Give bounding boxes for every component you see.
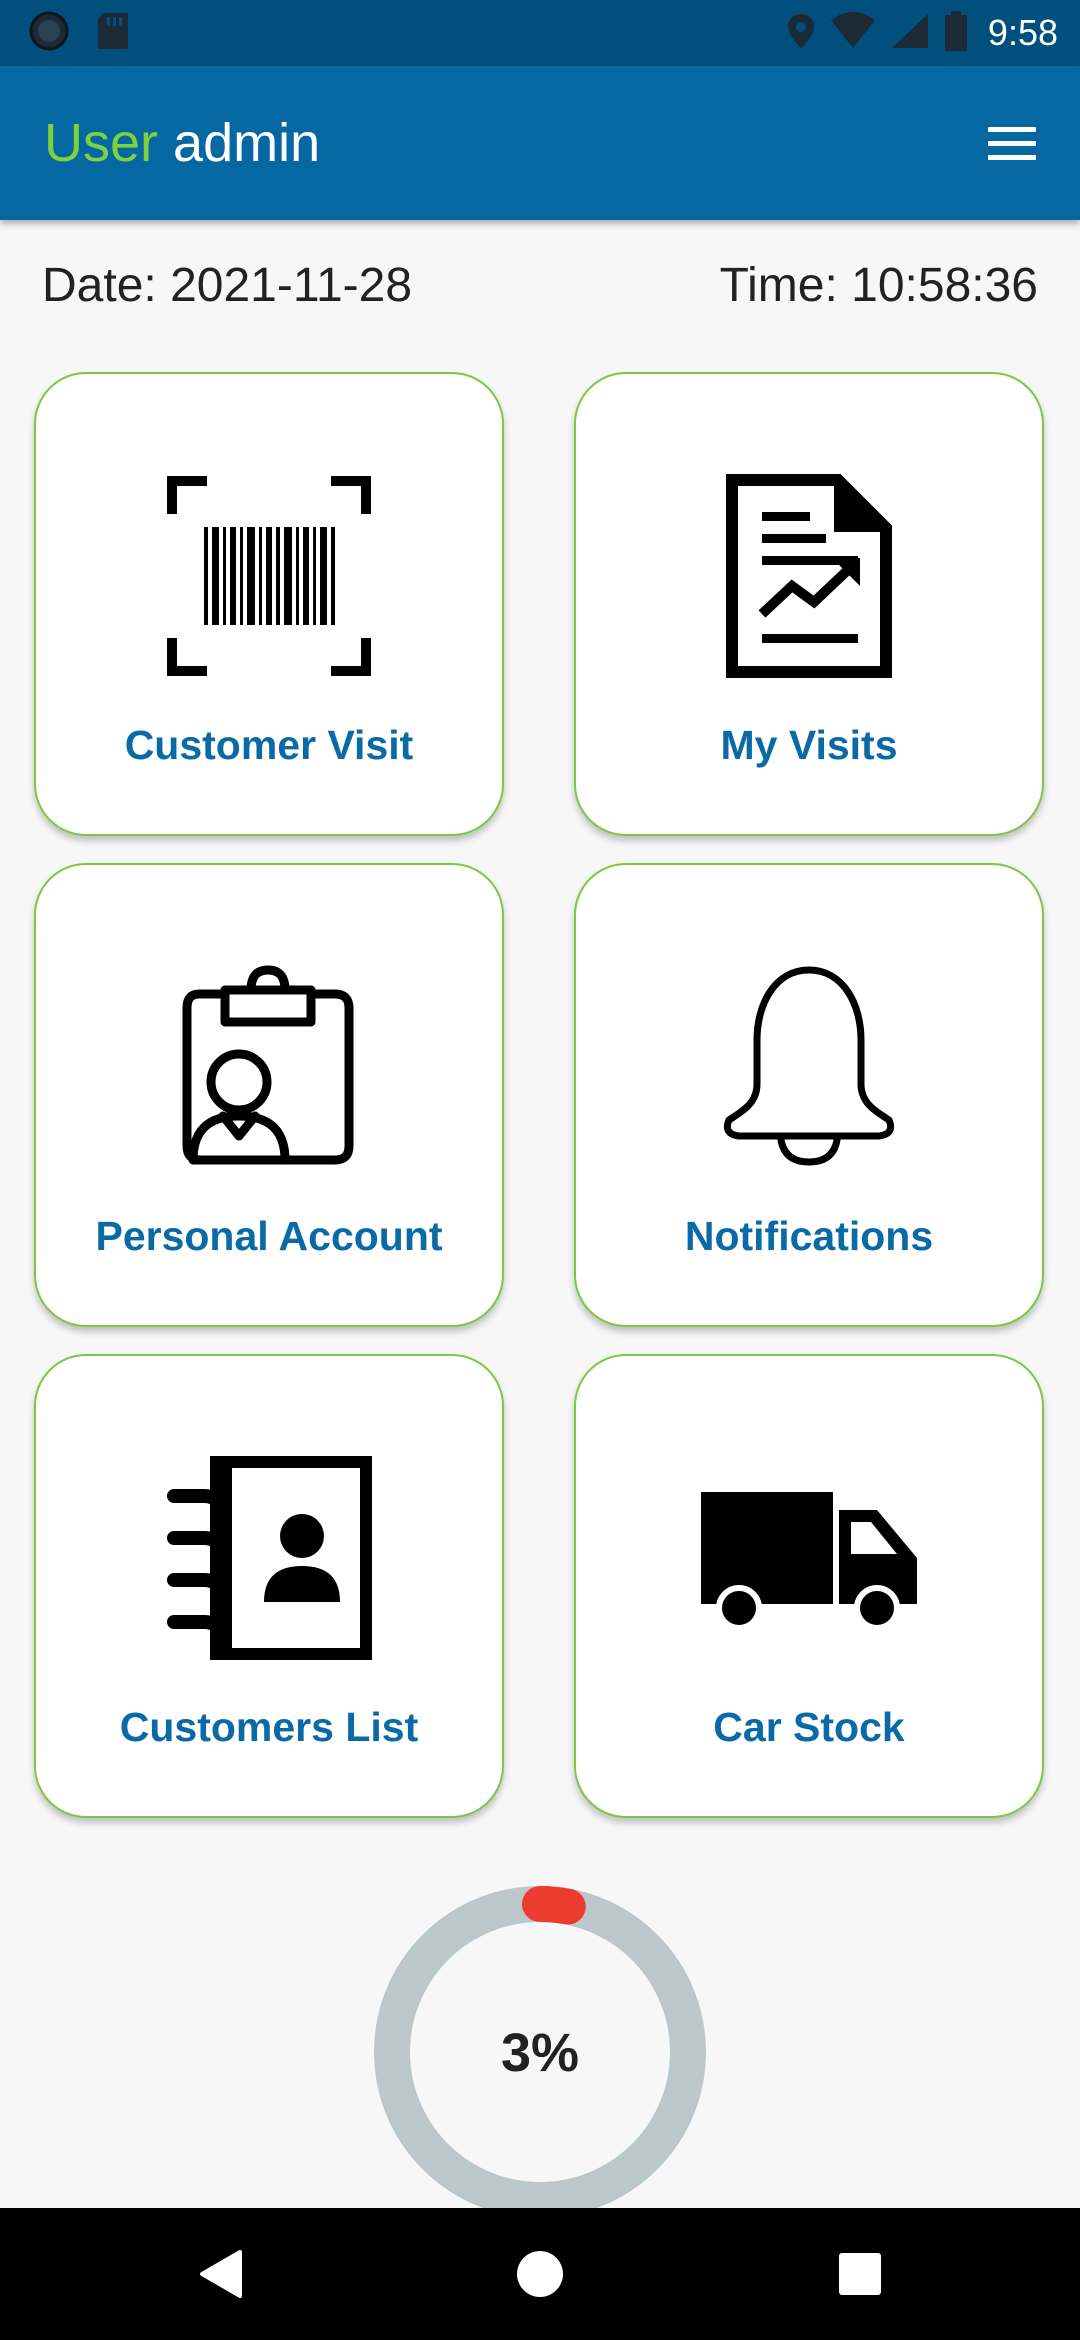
signal-icon — [890, 12, 930, 55]
app-bar: User admin — [0, 66, 1080, 220]
title-username: admin — [173, 113, 321, 173]
recents-button[interactable] — [830, 2244, 890, 2304]
app-title: User admin — [44, 110, 320, 176]
home-icon — [517, 2251, 563, 2297]
tile-label: Personal Account — [95, 1213, 443, 1259]
car-stock-tile[interactable]: Car Stock — [574, 1354, 1044, 1818]
tile-label: Customers List — [119, 1704, 419, 1750]
report-chart-icon — [699, 466, 919, 686]
status-left-icons — [28, 10, 130, 57]
location-icon — [786, 12, 816, 55]
notifications-tile[interactable]: Notifications — [574, 863, 1044, 1327]
bell-icon — [699, 957, 919, 1177]
tile-label: My Visits — [720, 722, 898, 768]
title-prefix: User — [44, 113, 159, 173]
progress-arc — [522, 1886, 586, 1925]
truck-icon — [699, 1448, 919, 1668]
contact-book-icon — [159, 1448, 379, 1668]
home-button[interactable] — [510, 2244, 570, 2304]
current-time: Time: 10:58:36 — [719, 259, 1038, 312]
back-icon — [200, 2250, 242, 2298]
customers-list-tile[interactable]: Customers List — [34, 1354, 504, 1818]
current-date: Date: 2021-11-28 — [42, 259, 413, 312]
home-screen: 9:58 User admin Date: 2021-11-28 Time: 1… — [0, 0, 1080, 2340]
back-button[interactable] — [190, 2244, 250, 2304]
status-clock: 9:58 — [987, 12, 1058, 53]
customer-visit-tile[interactable]: Customer Visit — [34, 372, 504, 836]
wifi-icon — [830, 11, 876, 55]
status-bar: 9:58 — [0, 0, 1080, 66]
sd-card-icon — [96, 11, 130, 56]
status-right-icons: 9:58 — [786, 10, 1058, 56]
progress-indicator: 3% — [374, 1886, 706, 2218]
my-visits-tile[interactable]: My Visits — [574, 372, 1044, 836]
app-notification-icon — [28, 10, 70, 57]
tile-label: Car Stock — [713, 1704, 905, 1750]
barcode-scan-icon — [159, 466, 379, 686]
personal-account-tile[interactable]: Personal Account — [34, 863, 504, 1327]
tile-label: Notifications — [684, 1213, 934, 1259]
recents-icon — [839, 2253, 881, 2295]
menu-button[interactable] — [984, 116, 1040, 172]
battery-icon — [944, 10, 968, 56]
hamburger-menu-icon — [988, 127, 1036, 160]
tile-label: Customer Visit — [124, 722, 414, 768]
system-nav-bar — [0, 2208, 1080, 2340]
progress-percent: 3% — [500, 2023, 580, 2083]
clipboard-user-icon — [159, 957, 379, 1177]
